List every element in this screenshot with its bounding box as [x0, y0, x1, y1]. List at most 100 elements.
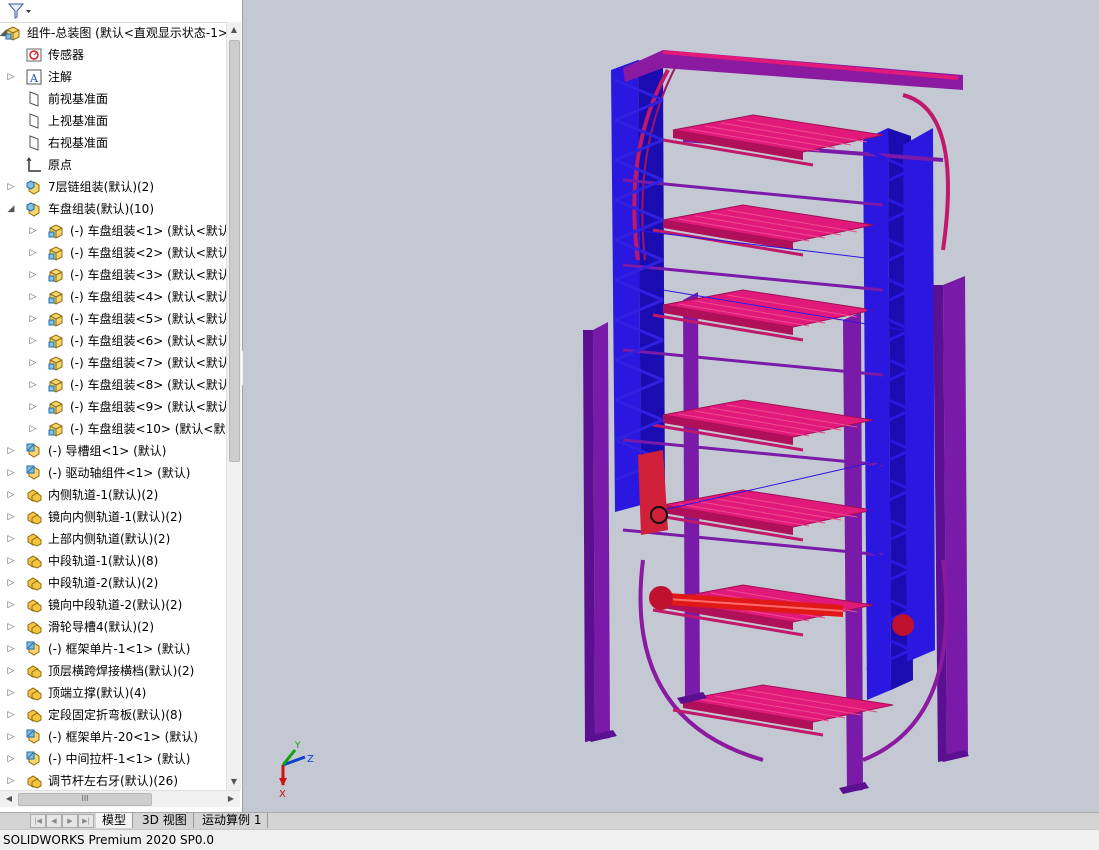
tree-item[interactable]: ▷ (-) 车盘组装<5> (默认<默认	[0, 308, 226, 330]
filter-bar	[0, 0, 238, 23]
expand-arrow-icon[interactable]: ▷	[28, 220, 38, 242]
expand-arrow-icon[interactable]: ▷	[28, 352, 38, 374]
tree-item[interactable]: ▷ (-) 框架单片-20<1> (默认)	[0, 726, 226, 748]
tree-item[interactable]: ▷ 滑轮导槽4(默认)(2)	[0, 616, 226, 638]
tree-item[interactable]: ▷ 调节杆左右牙(默认)(26)	[0, 770, 226, 790]
expand-arrow-icon[interactable]: ▷	[6, 176, 16, 198]
tree-item[interactable]: ▷ (-) 中间拉杆-1<1> (默认)	[0, 748, 226, 770]
tree-item[interactable]: ▷ (-) 车盘组装<4> (默认<默认	[0, 286, 226, 308]
expand-arrow-icon[interactable]: ▷	[28, 264, 38, 286]
tree-item[interactable]: ▷ 镜向内侧轨道-1(默认)(2)	[0, 506, 226, 528]
assembly-icon	[48, 399, 64, 415]
tree-item[interactable]: 原点	[0, 154, 226, 176]
tree-item[interactable]: 传感器	[0, 44, 226, 66]
expand-arrow-icon[interactable]: ▷	[6, 528, 16, 550]
expand-arrow-icon[interactable]: ▷	[6, 660, 16, 682]
tree-item-label: (-) 车盘组装<4> (默认<默认	[70, 290, 226, 304]
tree-item[interactable]: ▷ 7层链组装(默认)(2)	[0, 176, 226, 198]
tab-model[interactable]: 模型	[96, 813, 134, 828]
expand-arrow-icon[interactable]: ▷	[6, 704, 16, 726]
tree-horizontal-scrollbar[interactable]: ◀ III ▶	[0, 790, 240, 807]
tree-item[interactable]: ▷ 镜向中段轨道-2(默认)(2)	[0, 594, 226, 616]
expand-arrow-icon[interactable]: ▷	[28, 396, 38, 418]
expand-arrow-icon[interactable]: ▷	[28, 242, 38, 264]
expand-arrow-icon[interactable]: ▷	[28, 330, 38, 352]
collapse-arrow-icon[interactable]: ◢	[6, 198, 16, 220]
tree-item[interactable]: ▷ (-) 车盘组装<1> (默认<默认	[0, 220, 226, 242]
tree-item-label: 顶层横跨焊接横档(默认)(2)	[48, 664, 195, 678]
assembly-model-view[interactable]: Z Y X	[243, 0, 1099, 812]
tab-last-icon[interactable]: ▶|	[78, 814, 94, 828]
tree-item-label: 镜向内侧轨道-1(默认)(2)	[48, 510, 183, 524]
tree-item-label: 传感器	[48, 48, 85, 62]
tree-item[interactable]: ▷ (-) 车盘组装<10> (默认<默	[0, 418, 226, 440]
assembly-icon	[48, 311, 64, 327]
tree-item[interactable]: ◢ 组件-总装图 (默认<直观显示状态-1>	[0, 22, 226, 44]
tree-item[interactable]: ▷ (-) 驱动轴组件<1> (默认)	[0, 462, 226, 484]
part-folder-icon	[26, 575, 42, 591]
tree-item[interactable]: 上视基准面	[0, 110, 226, 132]
expand-arrow-icon[interactable]: ▷	[28, 374, 38, 396]
expand-arrow-icon[interactable]: ▷	[6, 66, 16, 88]
expand-arrow-icon[interactable]: ▷	[6, 616, 16, 638]
expand-arrow-icon[interactable]: ▷	[6, 484, 16, 506]
scroll-up-icon[interactable]: ▲	[227, 22, 241, 38]
tree-item[interactable]: 右视基准面	[0, 132, 226, 154]
tab-next-icon[interactable]: ▶	[62, 814, 78, 828]
expand-arrow-icon[interactable]: ▷	[6, 748, 16, 770]
filter-icon[interactable]	[6, 2, 32, 20]
tree-item[interactable]: ▷ 中段轨道-2(默认)(2)	[0, 572, 226, 594]
tree-item[interactable]: ▷ 定段固定折弯板(默认)(8)	[0, 704, 226, 726]
tree-item[interactable]: ▷ 内侧轨道-1(默认)(2)	[0, 484, 226, 506]
expand-arrow-icon[interactable]: ▷	[6, 506, 16, 528]
expand-arrow-icon[interactable]: ▷	[6, 462, 16, 484]
tree-item[interactable]: ▷ (-) 车盘组装<2> (默认<默认	[0, 242, 226, 264]
tree-item[interactable]: ▷ (-) 车盘组装<9> (默认<默认	[0, 396, 226, 418]
tree-item-label: (-) 驱动轴组件<1> (默认)	[48, 466, 191, 480]
expand-arrow-icon[interactable]: ▷	[6, 594, 16, 616]
graphics-viewport[interactable]: Z Y X	[243, 0, 1099, 812]
tree-item[interactable]: ▷ 上部内侧轨道(默认)(2)	[0, 528, 226, 550]
tree-item-label: 调节杆左右牙(默认)(26)	[48, 774, 178, 788]
tree-item[interactable]: ▷ (-) 车盘组装<6> (默认<默认	[0, 330, 226, 352]
horizontal-scroll-thumb[interactable]: III	[18, 793, 152, 806]
scroll-right-icon[interactable]: ▶	[224, 791, 238, 807]
scroll-down-icon[interactable]: ▼	[227, 774, 241, 790]
scroll-left-icon[interactable]: ◀	[2, 791, 16, 807]
tab-motion-study[interactable]: 运动算例 1	[196, 813, 269, 828]
expand-arrow-icon[interactable]: ▷	[28, 286, 38, 308]
expand-arrow-icon[interactable]: ▷	[6, 440, 16, 462]
tree-item[interactable]: ▷ 顶端立撑(默认)(4)	[0, 682, 226, 704]
tab-first-icon[interactable]: |◀	[30, 814, 46, 828]
expand-arrow-icon[interactable]: ▷	[6, 770, 16, 790]
scroll-thumb[interactable]	[229, 40, 240, 462]
expand-arrow-icon[interactable]: ▷	[28, 308, 38, 330]
tree-item[interactable]: ▷ (-) 车盘组装<7> (默认<默认	[0, 352, 226, 374]
tree-item[interactable]: ▷ 中段轨道-1(默认)(8)	[0, 550, 226, 572]
expand-arrow-icon[interactable]: ▷	[6, 638, 16, 660]
status-text: SOLIDWORKS Premium 2020 SP0.0	[3, 833, 214, 847]
tree-item-label: 组件-总装图 (默认<直观显示状态-1>	[27, 26, 226, 40]
tab-3d-view[interactable]: 3D 视图	[136, 813, 194, 828]
part-folder-icon	[26, 773, 42, 789]
part-folder-icon	[26, 531, 42, 547]
tree-item[interactable]: ▷ (-) 框架单片-1<1> (默认)	[0, 638, 226, 660]
tree-item[interactable]: ◢ 车盘组装(默认)(10)	[0, 198, 226, 220]
expand-arrow-icon[interactable]: ▷	[6, 682, 16, 704]
tree-item[interactable]: 前视基准面	[0, 88, 226, 110]
expand-arrow-icon[interactable]: ▷	[6, 550, 16, 572]
expand-arrow-icon[interactable]: ▷	[28, 418, 38, 440]
annotation-icon: A	[26, 69, 42, 85]
tree-item[interactable]: ▷ 顶层横跨焊接横档(默认)(2)	[0, 660, 226, 682]
expand-arrow-icon[interactable]: ▷	[6, 572, 16, 594]
expand-arrow-icon[interactable]: ▷	[6, 726, 16, 748]
tree-item-label: 滑轮导槽4(默认)(2)	[48, 620, 154, 634]
tree-vertical-scrollbar[interactable]: ▲ ▼	[226, 22, 241, 790]
tree-item[interactable]: ▷ A 注解	[0, 66, 226, 88]
tree-item-label: (-) 框架单片-1<1> (默认)	[48, 642, 191, 656]
tree-item[interactable]: ▷ (-) 车盘组装<8> (默认<默认	[0, 374, 226, 396]
tree-item-label: 内侧轨道-1(默认)(2)	[48, 488, 159, 502]
tree-item[interactable]: ▷ (-) 导槽组<1> (默认)	[0, 440, 226, 462]
tree-item[interactable]: ▷ (-) 车盘组装<3> (默认<默认	[0, 264, 226, 286]
tab-prev-icon[interactable]: ◀	[46, 814, 62, 828]
